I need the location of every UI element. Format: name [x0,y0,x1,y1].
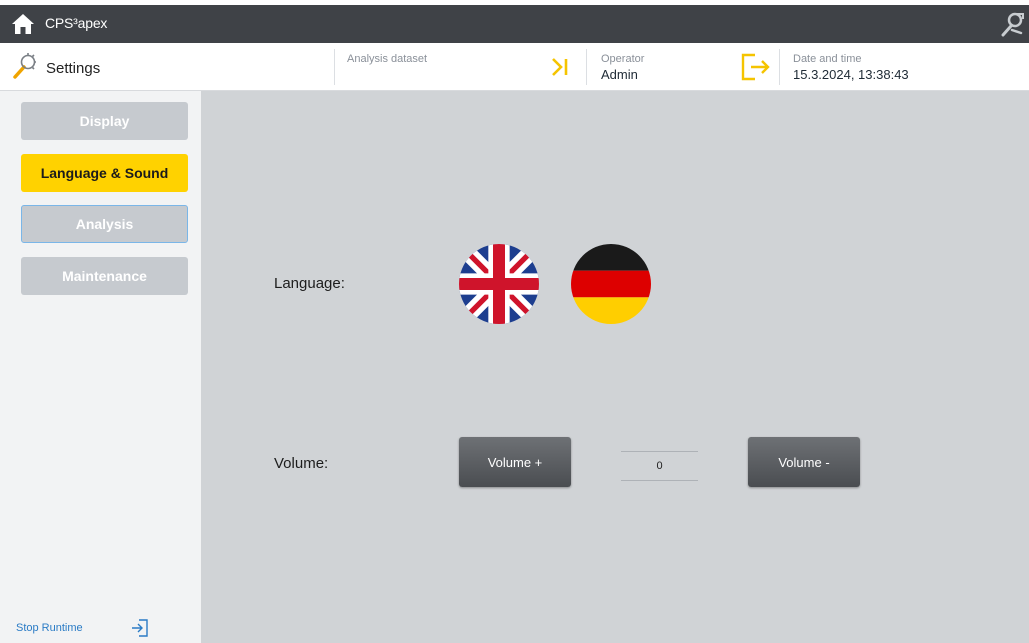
datetime-value: 15.3.2024, 13:38:43 [793,67,909,82]
language-label: Language: [274,275,345,292]
sidebar-item-display[interactable]: Display [21,102,188,140]
title-bar: CPS³apex [0,5,1029,43]
wrench-icon[interactable] [999,11,1025,37]
analysis-dataset-label: Analysis dataset [347,53,428,65]
volume-down-button[interactable]: Volume - [748,437,860,487]
app-title: CPS³apex [45,15,108,31]
header-bar: Settings Analysis dataset Operator Admin… [0,43,1029,91]
header-divider [334,49,335,85]
operator-value: Admin [601,67,638,82]
stop-runtime-icon[interactable] [130,618,150,638]
settings-wrench-icon [13,53,36,79]
sidebar-item-language-sound[interactable]: Language & Sound [21,154,188,192]
sidebar-item-maintenance[interactable]: Maintenance [21,257,188,295]
uk-flag-button[interactable] [459,244,539,324]
header-divider [586,49,587,85]
volume-up-button[interactable]: Volume + [459,437,571,487]
german-flag-icon [571,244,651,324]
operator-label: Operator [601,53,645,65]
skip-to-end-icon[interactable] [549,56,571,78]
uk-flag-icon [459,244,539,324]
stop-runtime-link[interactable]: Stop Runtime [16,622,83,634]
datetime-label: Date and time [793,53,862,65]
header-divider [779,49,780,85]
volume-value-field[interactable]: 0 [621,451,698,481]
settings-content: Language: Volume: Volume + 0 Volume - [201,91,1029,643]
sidebar-item-analysis[interactable]: Analysis [21,205,188,243]
logout-icon[interactable] [739,51,773,83]
sidebar: Display Language & Sound Analysis Mainte… [0,91,201,643]
page-title: Settings [46,60,101,77]
home-icon[interactable] [11,13,35,35]
german-flag-button[interactable] [571,244,651,324]
volume-label: Volume: [274,455,329,472]
